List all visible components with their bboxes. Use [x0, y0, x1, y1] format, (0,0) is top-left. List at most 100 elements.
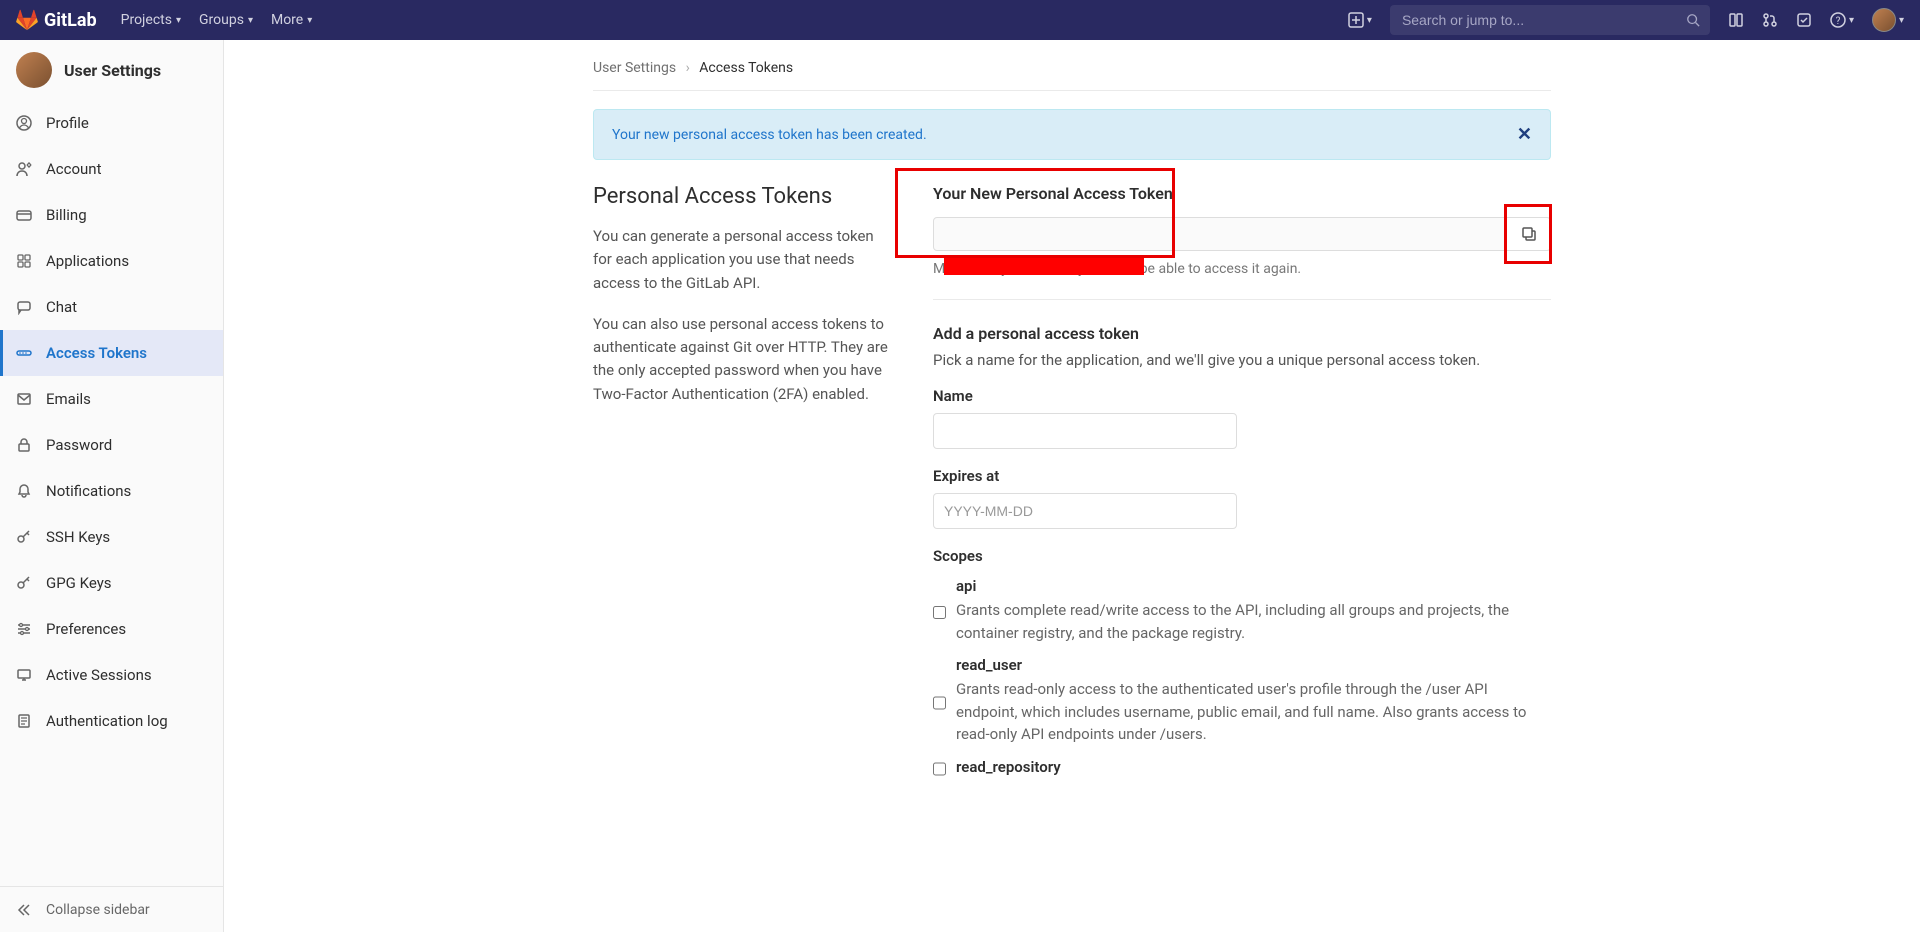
sidebar-item-preferences[interactable]: Preferences	[0, 606, 223, 652]
gitlab-logo[interactable]: GitLab	[16, 9, 97, 31]
user-menu[interactable]: ▾	[1872, 8, 1904, 32]
main-content: User Settings › Access Tokens Your new p…	[224, 40, 1920, 932]
sidebar-item-emails[interactable]: Emails	[0, 376, 223, 422]
chat-icon	[16, 299, 32, 315]
form-column: Your New Personal Access Token Make sure…	[933, 184, 1551, 776]
chevron-right-icon: ›	[686, 60, 690, 76]
alert-text: Your new personal access token has been …	[612, 127, 927, 143]
profile-icon	[16, 115, 32, 131]
account-icon	[16, 161, 32, 177]
sidebar-item-ssh-keys[interactable]: SSH Keys	[0, 514, 223, 560]
todos-icon[interactable]	[1796, 12, 1812, 28]
sidebar-item-label: Chat	[46, 298, 77, 316]
preferences-icon	[16, 621, 32, 637]
scope-name: read_user	[956, 656, 1551, 674]
success-alert: Your new personal access token has been …	[593, 109, 1551, 160]
search-icon[interactable]	[1686, 13, 1700, 27]
nav-links: Projects▾ Groups▾ More▾	[121, 12, 313, 28]
sidebar-item-label: Authentication log	[46, 712, 168, 730]
scope-desc: Grants read-only access to the authentic…	[956, 678, 1551, 746]
chevron-down-icon: ▾	[248, 15, 253, 26]
alert-close-button[interactable]: ✕	[1517, 124, 1532, 145]
token-icon	[16, 345, 32, 361]
page-desc-2: You can also use personal access tokens …	[593, 313, 893, 406]
sidebar-item-account[interactable]: Account	[0, 146, 223, 192]
token-value-input[interactable]	[933, 217, 1507, 251]
sidebar-item-applications[interactable]: Applications	[0, 238, 223, 284]
sidebar-item-label: Access Tokens	[46, 344, 147, 362]
help-dropdown[interactable]: ?▾	[1830, 12, 1854, 28]
sidebar-item-gpg-keys[interactable]: GPG Keys	[0, 560, 223, 606]
sidebar-item-auth-log[interactable]: Authentication log	[0, 698, 223, 744]
avatar	[16, 52, 52, 88]
search-input[interactable]	[1390, 5, 1710, 35]
sidebar-item-label: Password	[46, 436, 112, 454]
token-redaction	[944, 258, 1144, 275]
sidebar-item-label: Preferences	[46, 620, 126, 638]
add-token-sub: Pick a name for the application, and we'…	[933, 351, 1551, 369]
new-token-heading: Your New Personal Access Token	[933, 184, 1551, 203]
sidebar-item-notifications[interactable]: Notifications	[0, 468, 223, 514]
sidebar-item-label: GPG Keys	[46, 574, 112, 592]
sidebar-item-profile[interactable]: Profile	[0, 100, 223, 146]
scope-read-repository-checkbox[interactable]	[933, 762, 946, 776]
svg-text:?: ?	[1836, 16, 1841, 27]
sidebar-item-label: Profile	[46, 114, 89, 132]
expires-input[interactable]	[933, 493, 1237, 529]
collapse-label: Collapse sidebar	[46, 902, 150, 918]
nav-groups[interactable]: Groups▾	[199, 12, 253, 28]
log-icon	[16, 713, 32, 729]
avatar	[1872, 8, 1896, 32]
sidebar-header[interactable]: User Settings	[0, 40, 223, 100]
breadcrumb-current: Access Tokens	[699, 60, 793, 76]
sidebar-item-password[interactable]: Password	[0, 422, 223, 468]
chevron-down-icon: ▾	[307, 15, 312, 26]
sidebar-title: User Settings	[64, 61, 161, 80]
sidebar-item-billing[interactable]: Billing	[0, 192, 223, 238]
breadcrumb: User Settings › Access Tokens	[593, 40, 1551, 91]
collapse-icon	[16, 902, 32, 918]
bell-icon	[16, 483, 32, 499]
key-icon	[16, 529, 32, 545]
issues-icon[interactable]	[1728, 12, 1744, 28]
lock-icon	[16, 437, 32, 453]
monitor-icon	[16, 667, 32, 683]
scope-desc: Grants complete read/write access to the…	[956, 599, 1551, 644]
nav-projects[interactable]: Projects▾	[121, 12, 181, 28]
help-icon: ?	[1830, 12, 1846, 28]
sidebar-item-label: Active Sessions	[46, 666, 152, 684]
scope-name: api	[956, 577, 1551, 595]
merge-requests-icon[interactable]	[1762, 12, 1778, 28]
scope-name: read_repository	[956, 758, 1061, 776]
name-input[interactable]	[933, 413, 1237, 449]
email-icon	[16, 391, 32, 407]
nav-more[interactable]: More▾	[271, 12, 312, 28]
scope-api-checkbox[interactable]	[933, 581, 946, 644]
collapse-sidebar[interactable]: Collapse sidebar	[0, 886, 223, 932]
sidebar-item-label: Account	[46, 160, 102, 178]
sidebar-item-label: Emails	[46, 390, 91, 408]
sidebar-item-label: Billing	[46, 206, 87, 224]
add-token-form: Add a personal access token Pick a name …	[933, 324, 1551, 776]
breadcrumb-root[interactable]: User Settings	[593, 60, 676, 76]
copy-icon	[1521, 226, 1537, 242]
page-desc-1: You can generate a personal access token…	[593, 225, 893, 295]
scope-read-user-checkbox[interactable]	[933, 660, 946, 746]
expires-label: Expires at	[933, 467, 1551, 485]
plus-dropdown[interactable]: ▾	[1348, 12, 1372, 28]
plus-icon	[1348, 12, 1364, 28]
sidebar-item-access-tokens[interactable]: Access Tokens	[0, 330, 223, 376]
description-column: Personal Access Tokens You can generate …	[593, 184, 893, 776]
billing-icon	[16, 207, 32, 223]
scope-read-repository: read_repository	[933, 758, 1551, 776]
tanuki-icon	[16, 9, 38, 31]
scopes-label: Scopes	[933, 547, 1551, 565]
page-title: Personal Access Tokens	[593, 184, 893, 209]
sidebar-item-chat[interactable]: Chat	[0, 284, 223, 330]
sidebar-item-label: Applications	[46, 252, 129, 270]
chevron-down-icon: ▾	[176, 15, 181, 26]
applications-icon	[16, 253, 32, 269]
copy-token-button[interactable]	[1507, 217, 1551, 251]
sidebar-item-active-sessions[interactable]: Active Sessions	[0, 652, 223, 698]
global-search	[1390, 5, 1710, 35]
